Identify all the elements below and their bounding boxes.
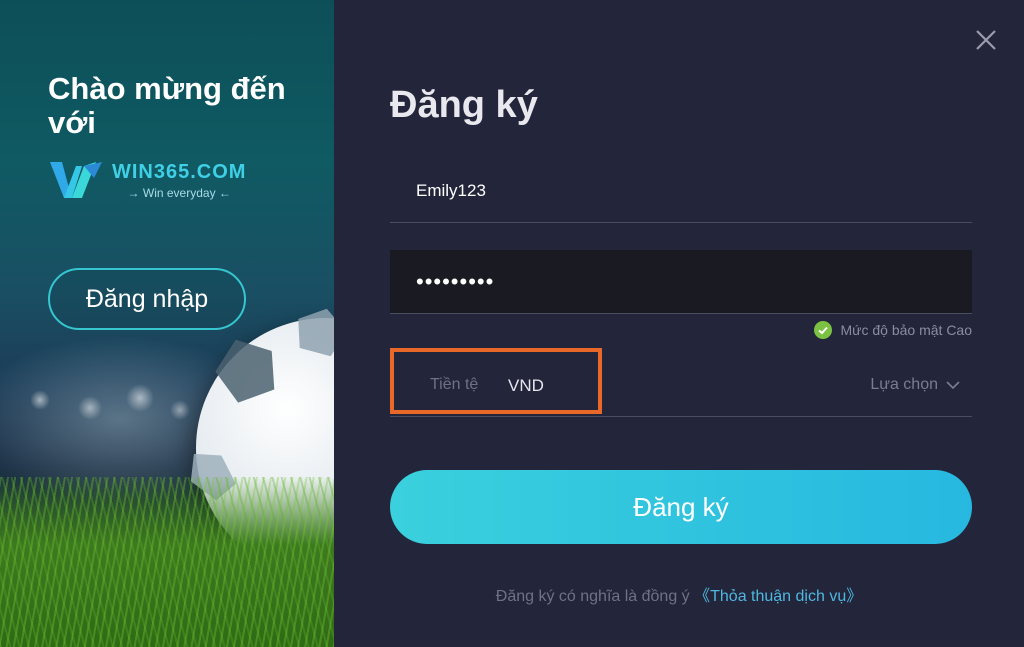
terms-notice: Đăng ký có nghĩa là đồng ý 《Thỏa thuận d… [334,582,1024,606]
currency-select-label: Lựa chọn [870,376,938,393]
register-form: Đăng ký Mức độ bảo mật Cao Tiền tệ VND L… [334,0,1024,647]
login-button[interactable]: Đăng nhập [48,268,246,330]
password-input[interactable] [390,250,972,313]
welcome-heading: Chào mừng đến với [48,71,286,140]
password-strength-label: Mức độ bảo mật Cao [840,322,972,338]
brand-name: WIN365.COM [112,160,247,183]
username-field [390,160,972,223]
promo-panel: Chào mừng đến với WIN365.COM → Win every… [0,0,334,647]
username-input[interactable] [390,160,972,222]
currency-field: Tiền tệ VND Lựa chọn [390,352,972,417]
register-modal: Chào mừng đến với WIN365.COM → Win every… [0,0,1024,647]
close-icon[interactable] [974,28,998,52]
password-strength: Mức độ bảo mật Cao [814,321,972,339]
currency-dropdown[interactable]: Lựa chọn [870,376,960,394]
register-button[interactable]: Đăng ký [390,470,972,544]
grass-image [0,477,334,647]
terms-link[interactable]: 《Thỏa thuận dịch vụ》 [694,588,862,605]
page-title: Đăng ký [390,84,538,126]
password-field [390,250,972,314]
currency-label: Tiền tệ [430,376,479,393]
brand-logo: WIN365.COM → Win everyday ← [48,158,246,202]
check-circle-icon [814,321,833,339]
currency-value: VND [508,376,544,395]
brand-tagline: → Win everyday ← [127,185,231,200]
terms-text: Đăng ký có nghĩa là đồng ý [495,588,695,605]
win365-logo-icon [50,162,102,198]
chevron-down-icon [946,381,960,390]
